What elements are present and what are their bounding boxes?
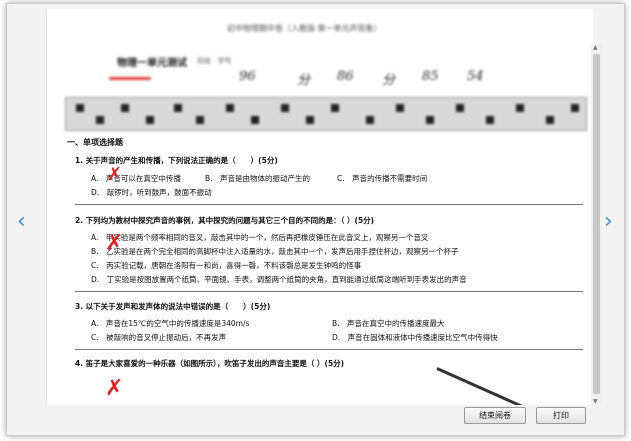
option-a: A. 声音可以在真空中传播 xyxy=(91,174,181,183)
option-a: A. 声音在15℃的空气中的传播速度是340m/s xyxy=(91,319,250,328)
option-d: D. 声音在固体和液体中传播速度比空气中传得快 xyxy=(332,333,498,342)
vertical-scrollbar[interactable]: ▲ ▼ xyxy=(591,44,602,406)
document-title: 初中物理期中卷（人教版·第一单元声现象） xyxy=(227,24,382,33)
score-mark: 分 xyxy=(297,73,311,88)
option-d: D. 丁实验是按图放置两个纸筒、平面镜、手表，调整两个纸筒的夹角，直到能通过纸筒… xyxy=(91,275,467,284)
option-b: B. 乙实验是在两个完全相同的高脚杯中注入适量的水，敲击其中一个，发声后用手捏住… xyxy=(91,247,459,256)
viewer-window: 初中物理期中卷（人教版·第一单元声现象） 物理一单元测试 班级 · 学号 96 … xyxy=(6,3,625,436)
question-stem: 4. 笛子是大家喜爱的一种乐器（如图所示），吹笛子发出的声音主要是（ ）(5分) xyxy=(75,359,345,368)
option-b: B. 声音在真空中的传播速度最大 xyxy=(332,319,445,328)
quiz-subtitle: 班级 · 学号 xyxy=(197,57,232,65)
wrong-mark-icon: ✗ xyxy=(105,376,124,401)
prev-page-icon[interactable]: ‹ xyxy=(17,209,26,234)
divider xyxy=(75,204,583,205)
question-stem: 3. 以下关于发声和发声体的说法中错误的是（ ）(5分) xyxy=(75,302,271,311)
scroll-up-icon[interactable]: ▲ xyxy=(593,44,598,51)
next-page-icon[interactable]: › xyxy=(604,209,613,234)
option-b: B. 声音是由物体的振动产生的 xyxy=(205,174,311,183)
scroll-down-icon[interactable]: ▼ xyxy=(593,398,598,405)
score-mark: 54 xyxy=(467,69,484,84)
score-mark: 分 xyxy=(382,73,396,88)
finish-review-button[interactable]: 结束阅卷 xyxy=(464,407,526,424)
page-header-blurred: 初中物理期中卷（人教版·第一单元声现象） 物理一单元测试 班级 · 学号 96 … xyxy=(47,9,593,134)
option-c: C. 被敲响的音叉停止振动后，不再发声 xyxy=(91,333,227,342)
document-page: 初中物理期中卷（人教版·第一单元声现象） 物理一单元测试 班级 · 学号 96 … xyxy=(46,9,593,405)
divider xyxy=(75,349,583,350)
scrollbar-thumb[interactable] xyxy=(593,54,600,394)
red-underline xyxy=(109,77,151,80)
quiz-title: 物理一单元测试 xyxy=(117,58,187,69)
option-c: C. 声音的传播不需要时间 xyxy=(337,174,428,183)
divider xyxy=(75,291,583,292)
print-button[interactable]: 打印 xyxy=(536,407,586,424)
section-heading: 一、单项选择题 xyxy=(67,138,123,147)
score-mark: 85 xyxy=(422,69,439,84)
question-stem: 1. 关于声音的产生和传播，下列说法正确的是（ ）(5分) xyxy=(75,156,278,165)
option-c: C. 丙实验记载，唐朝在洛阳有一和尚，喜得一磬，不料该磬总是发生钟鸣的怪事 xyxy=(91,261,362,270)
wrong-mark-icon: ✗ xyxy=(107,164,123,185)
question-stem: 2. 下列均为教材中探究声音的事例，其中探究的问题与其它三个目的不同的是：（ ）… xyxy=(75,216,375,225)
flute-figure xyxy=(436,367,539,405)
answer-grid xyxy=(65,97,587,131)
score-mark: 86 xyxy=(337,69,354,84)
option-d: D. 敲锣时，听到鼓声，鼓面不振动 xyxy=(91,188,212,197)
wrong-mark-icon: ✗ xyxy=(105,231,124,256)
option-a: A. 甲实验是两个频率相同的音叉，敲击其中的一个，然后再把橡皮锤压在此音叉上，观… xyxy=(91,233,429,242)
score-mark: 96 xyxy=(239,69,256,84)
